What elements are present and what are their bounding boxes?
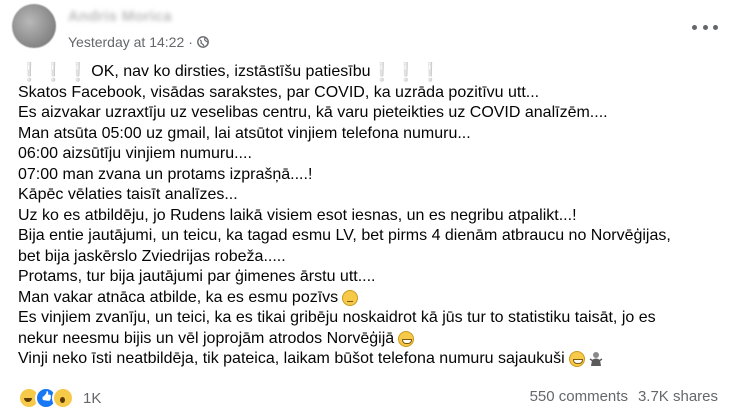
post-line: ❕❕❕ OK, nav ko dirsties, izstāstīšu pati…	[18, 62, 724, 83]
post-line: Man atsūta 05:00 uz gmail, lai atsūtot v…	[18, 124, 471, 142]
post-line-text: Man vakar atnāca atbilde, ka es esmu poz…	[18, 288, 339, 306]
reactions-summary[interactable]: 1K	[18, 387, 101, 409]
post-line-text: nekur neesmu bijis un vēl joprojām atrod…	[18, 329, 395, 347]
more-options-icon[interactable]	[692, 20, 718, 34]
facebook-post: Andris Morica Yesterday at 14:22 · ❕❕❕ O…	[0, 0, 736, 416]
post-line: Skatos Facebook, visādas sarakstes, par …	[18, 83, 540, 101]
globe-icon	[197, 36, 209, 48]
post-time[interactable]: Yesterday at 14:22	[68, 34, 184, 50]
meta-separator: ·	[188, 34, 193, 50]
post-content: ❕❕❕ OK, nav ko dirsties, izstāstīšu pati…	[18, 62, 724, 370]
comments-count-link[interactable]: 550 comments	[530, 388, 628, 405]
shares-count-link[interactable]: 3.7K shares	[638, 388, 718, 405]
author-name[interactable]: Andris Morica	[68, 8, 172, 25]
post-line-text: OK, nav ko dirsties, izstāstīšu patiesīb…	[91, 63, 371, 80]
exclamation-emoji: ❕❕❕	[18, 62, 92, 82]
post-line: Es vinjiem zvanīju, un teici, ka es tika…	[18, 309, 656, 326]
post-line: nekur neesmu bijis un vēl joprojām atrod…	[18, 329, 724, 350]
dot	[692, 24, 697, 30]
wow-reaction-icon	[52, 387, 74, 409]
post-line: 07:00 man zvana un protams izprašņā....!	[18, 165, 313, 183]
dot	[702, 24, 708, 30]
post-footer: 1K 550 comments 3.7K shares	[0, 384, 736, 412]
exclamation-emoji: ❕❕❕	[370, 62, 444, 82]
post-line: Bija entie jautājumi, un teicu, ka tagad…	[18, 227, 671, 244]
post-line: Vinji neko īsti neatbildēja, tik pateica…	[18, 349, 724, 370]
post-line: Man vakar atnāca atbilde, ka es esmu poz…	[18, 288, 724, 309]
post-line: Protams, tur bija jautājumi par ģimenes …	[18, 268, 376, 285]
post-meta: Yesterday at 14:22 ·	[68, 34, 209, 50]
person-shrug-emoji-icon	[589, 352, 603, 367]
avatar[interactable]	[12, 4, 56, 48]
grin-emoji-icon	[568, 351, 585, 368]
post-line: bet bija jaskērslo Zviedrijas robeža....…	[18, 247, 286, 265]
post-line-text: Vinji neko īsti neatbildēja, tik pateica…	[18, 350, 565, 367]
post-line: 06:00 aizsūtīju vinjiem numuru....	[18, 145, 252, 162]
grin-emoji-icon	[398, 330, 415, 347]
smirk-emoji-icon	[342, 289, 359, 306]
post-line: Uz ko es atbildēju, jo Rudens laikā visi…	[18, 206, 577, 224]
post-line: Es aizvakar uzraxtīju uz veselibas centr…	[18, 104, 608, 121]
post-line: Kāpēc vēlaties taisīt analīzes...	[18, 186, 238, 203]
reaction-count[interactable]: 1K	[83, 390, 101, 407]
dot	[713, 24, 718, 30]
post-stats: 550 comments 3.7K shares	[530, 388, 718, 405]
